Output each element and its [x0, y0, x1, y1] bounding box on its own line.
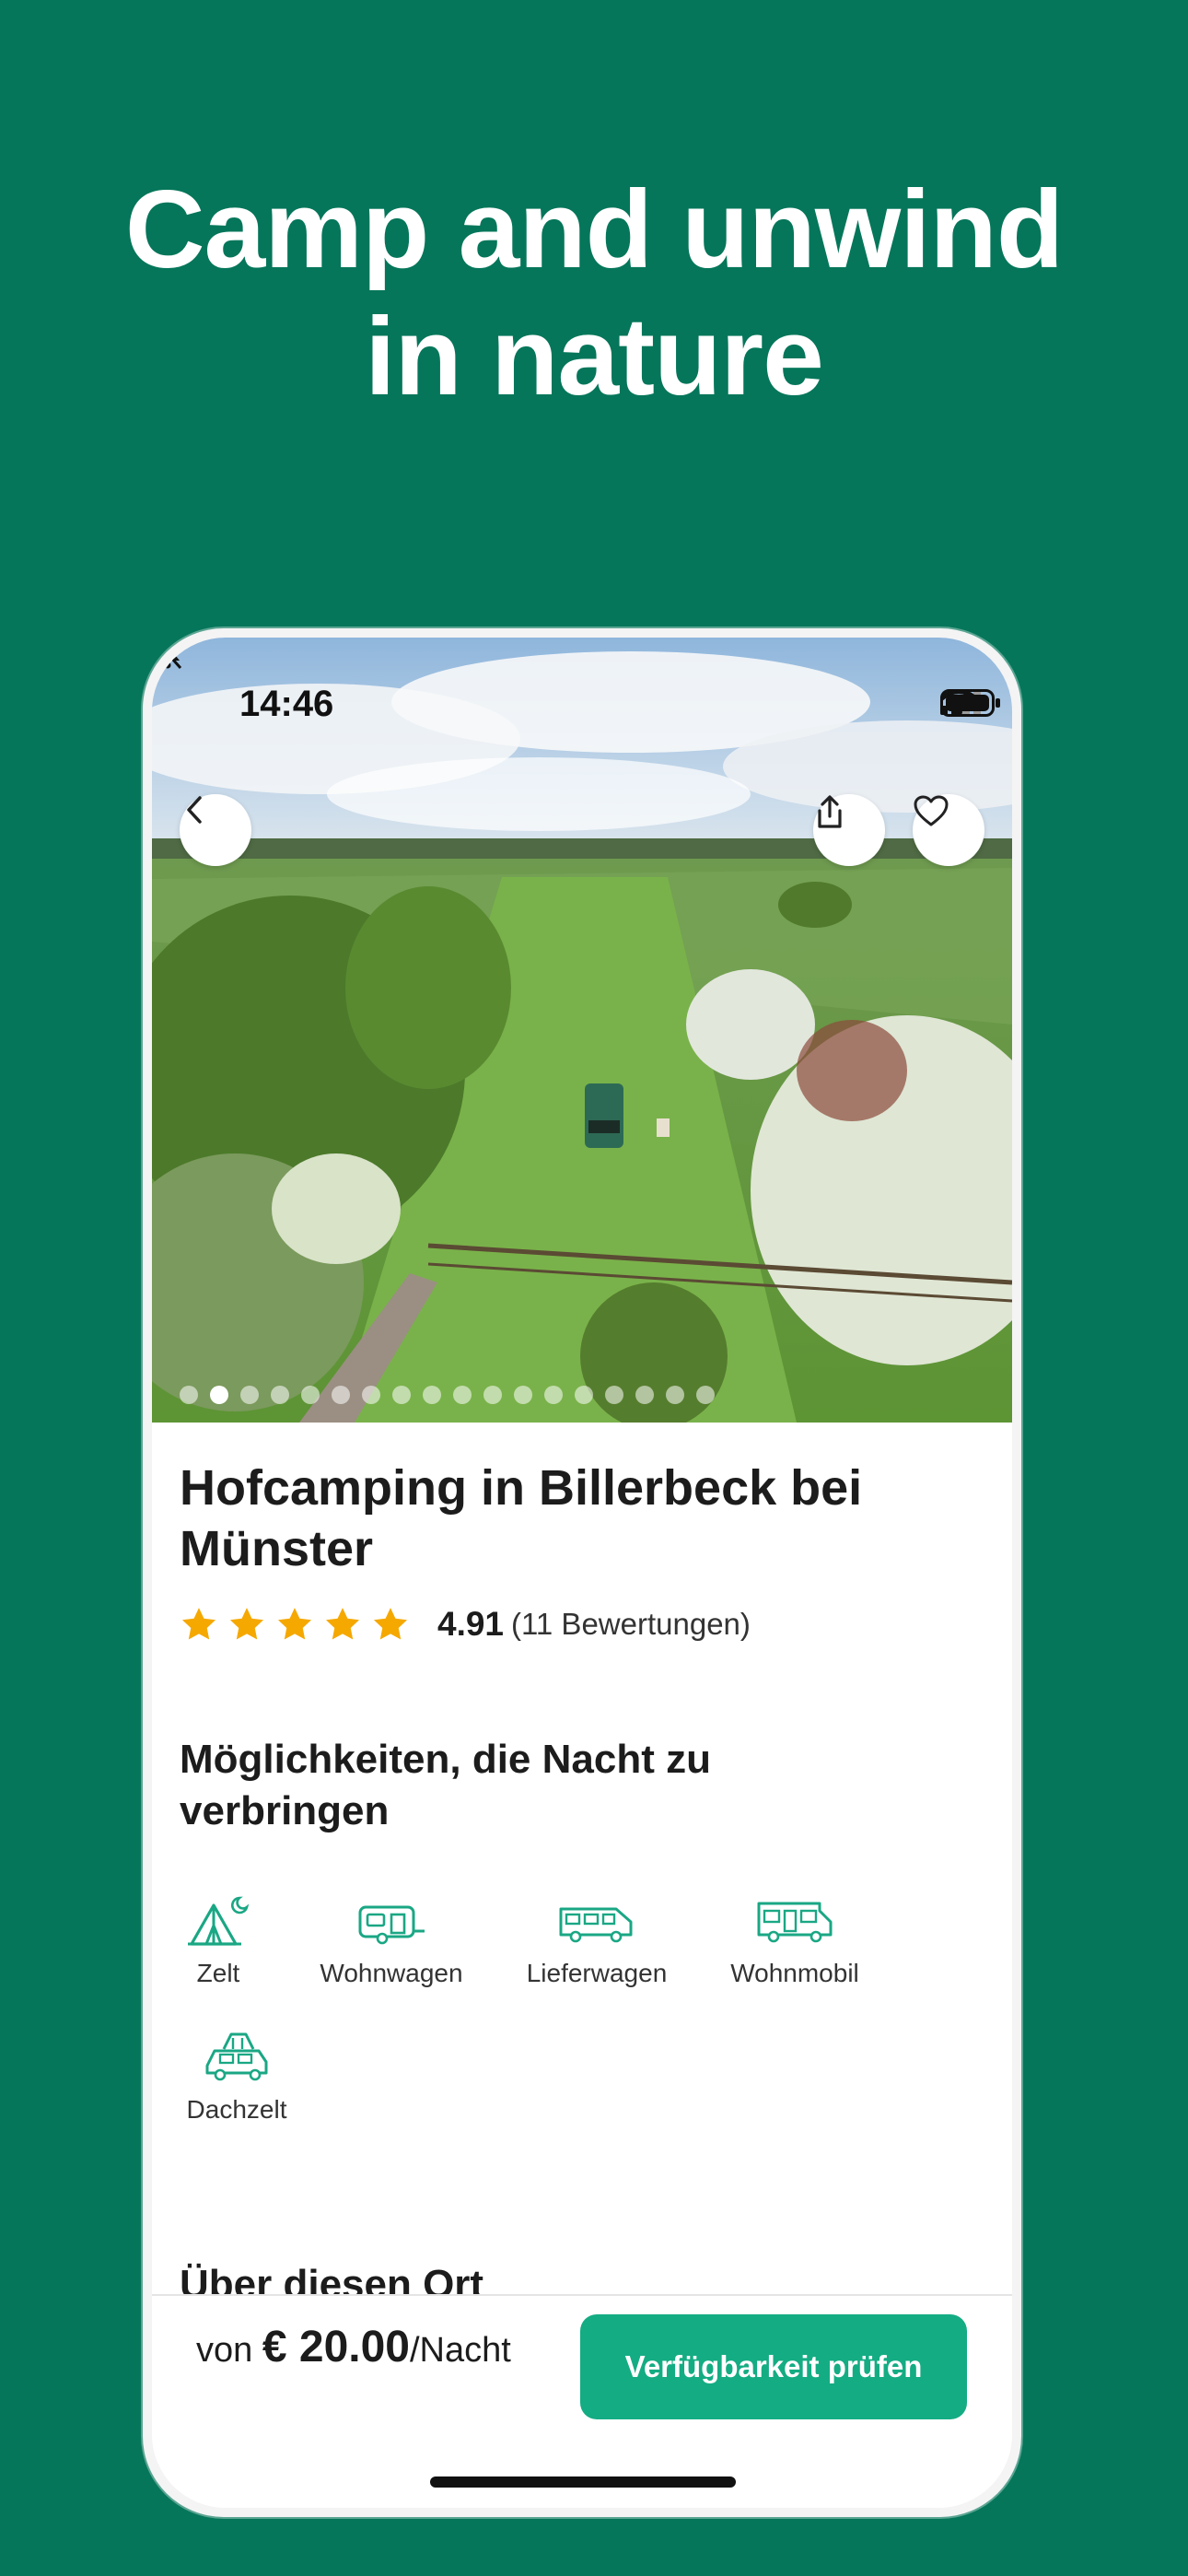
stay-option-caravan: Wohnwagen	[309, 1894, 474, 1988]
stay-option-label: Zelt	[196, 1959, 240, 1987]
phone-screen: 14:46 Hofcamping in Billerbeck bei Münst…	[152, 638, 1012, 2508]
stay-options-heading: Möglichkeiten, die Nacht zu verbringen	[180, 1737, 711, 1833]
carousel-dot[interactable]	[635, 1386, 654, 1404]
stay-option-tent: Zelt	[180, 1894, 257, 1988]
carousel-dot[interactable]	[483, 1386, 502, 1404]
star-icon	[181, 1608, 216, 1640]
price-prefix: von	[196, 2331, 253, 2370]
carousel-dot[interactable]	[544, 1386, 563, 1404]
carousel-dot[interactable]	[575, 1386, 593, 1404]
check-availability-button[interactable]: Verfügbarkeit prüfen	[580, 2314, 967, 2419]
price-amount: € 20.00	[262, 2323, 410, 2371]
carousel-dot[interactable]	[210, 1386, 228, 1404]
tent-icon	[188, 1896, 250, 1946]
headline-line-2: in nature	[365, 295, 824, 418]
stay-option-label: Wohnwagen	[320, 1959, 463, 1987]
carousel-dot[interactable]	[605, 1386, 623, 1404]
stay-option-rooftop-tent: Dachzelt	[180, 2029, 294, 2125]
home-indicator[interactable]	[430, 2476, 736, 2488]
favorite-button[interactable]	[913, 794, 984, 866]
star-icon	[277, 1608, 312, 1640]
rooftop-tent-icon	[205, 2032, 268, 2081]
carousel-dot[interactable]	[362, 1386, 380, 1404]
rating-count: (11 Bewertungen)	[511, 1607, 751, 1641]
carousel-dot[interactable]	[332, 1386, 350, 1404]
carousel-dot[interactable]	[696, 1386, 715, 1404]
stay-option-label: Dachzelt	[186, 2095, 287, 2124]
rating-stars	[180, 1605, 419, 1644]
share-icon	[818, 795, 842, 828]
carousel-dot[interactable]	[301, 1386, 320, 1404]
carousel-dot[interactable]	[271, 1386, 289, 1404]
carousel-dot[interactable]	[240, 1386, 259, 1404]
carousel-dot[interactable]	[453, 1386, 472, 1404]
carousel-dot[interactable]	[514, 1386, 532, 1404]
carousel-dot[interactable]	[180, 1386, 198, 1404]
status-time: 14:46	[239, 684, 334, 724]
back-button[interactable]	[180, 794, 251, 866]
heart-icon	[914, 795, 949, 826]
stay-option-label: Lieferwagen	[526, 1959, 668, 1987]
caravan-icon	[358, 1905, 425, 1945]
price-label: von € 20.00/Nacht	[196, 2322, 511, 2372]
share-button[interactable]	[813, 794, 885, 866]
carousel-dot[interactable]	[666, 1386, 684, 1404]
battery-icon	[940, 689, 1000, 717]
rating-score: 4.91	[437, 1605, 505, 1643]
carousel-dot[interactable]	[392, 1386, 411, 1404]
mute-bell-icon	[154, 638, 182, 670]
landscape-photo	[152, 638, 1012, 1423]
headline-line-1: Camp and unwind	[124, 168, 1064, 291]
van-icon	[559, 1907, 633, 1943]
stay-option-van: Lieferwagen	[509, 1894, 684, 1988]
motorhome-icon	[757, 1902, 833, 1943]
stay-option-label: Wohnmobil	[730, 1959, 859, 1987]
star-icon	[229, 1608, 264, 1640]
price-unit: /Nacht	[410, 2331, 511, 2370]
carousel-pagination-dots[interactable]	[180, 1386, 715, 1404]
chevron-left-icon	[187, 796, 202, 824]
stay-option-motorhome: Wohnmobil	[721, 1894, 868, 1988]
phone-frame: 14:46 Hofcamping in Billerbeck bei Münst…	[143, 628, 1021, 2517]
star-icon	[373, 1608, 408, 1640]
star-icon	[325, 1608, 360, 1640]
rating-row[interactable]: 4.91 (11 Bewertungen)	[180, 1605, 751, 1644]
listing-photo-carousel[interactable]: 14:46	[152, 638, 1012, 1423]
listing-title: Hofcamping in Billerbeck bei Münster	[180, 1460, 863, 1576]
carousel-dot[interactable]	[423, 1386, 441, 1404]
headline: Camp and unwind in nature	[0, 166, 1188, 420]
